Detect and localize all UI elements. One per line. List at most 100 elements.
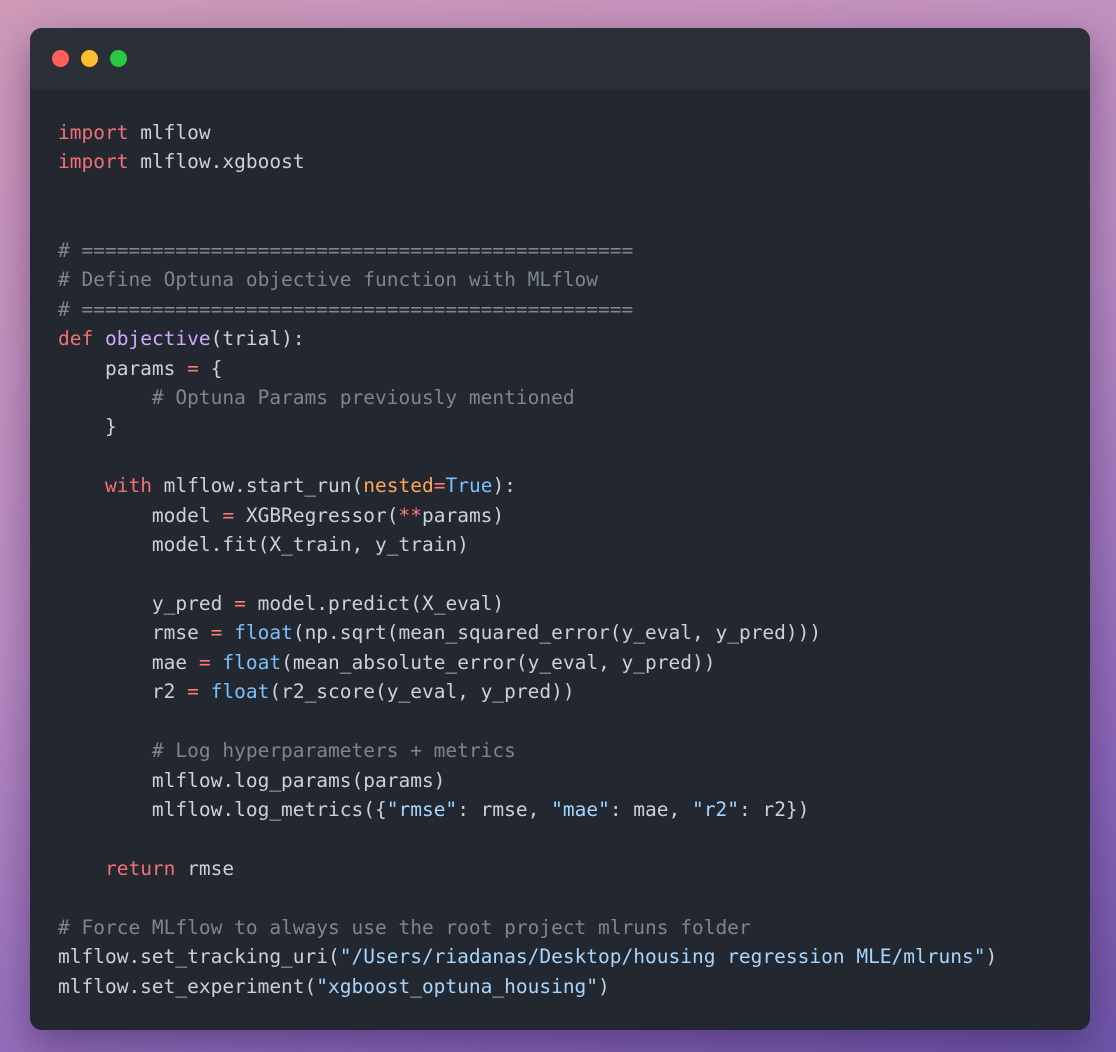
code-token: True bbox=[445, 474, 493, 498]
code-line: def objective(trial): bbox=[58, 324, 997, 353]
code-token: model.fit(X_train, y_train) bbox=[58, 533, 469, 557]
code-token: mlflow bbox=[128, 121, 211, 144]
code-token: import bbox=[58, 121, 129, 144]
code-token: ) bbox=[985, 945, 998, 969]
code-token: rmse bbox=[58, 621, 211, 645]
code-line: with mlflow.start_run(nested=True): bbox=[58, 471, 997, 500]
code-block: import mlflow import mlflow.xgboost # ====… bbox=[58, 118, 997, 1001]
minimize-window-button[interactable] bbox=[81, 50, 98, 67]
code-token: import bbox=[58, 150, 129, 174]
code-line: # Log hyperparameters + metrics bbox=[58, 736, 997, 765]
code-token: "r2" bbox=[692, 798, 739, 822]
code-token: } bbox=[58, 415, 117, 439]
code-token: objective bbox=[104, 327, 211, 351]
code-token: = bbox=[210, 621, 223, 645]
code-token: model bbox=[58, 503, 223, 527]
code-token: = bbox=[433, 474, 446, 498]
maximize-window-button[interactable] bbox=[110, 50, 127, 67]
code-token: : r2}) bbox=[738, 798, 810, 822]
code-token: : mae, bbox=[609, 798, 692, 822]
code-token: mae bbox=[58, 650, 199, 674]
code-line: params = { bbox=[58, 354, 997, 383]
code-line: mlflow.set_tracking_uri("/Users/riadanas… bbox=[58, 942, 997, 971]
close-window-button[interactable] bbox=[52, 50, 69, 67]
code-token: def bbox=[58, 327, 94, 351]
code-token: # ======================================… bbox=[58, 297, 634, 321]
code-window: import mlflow import mlflow.xgboost # ====… bbox=[30, 28, 1090, 1030]
code-line: rmse = float(np.sqrt(mean_squared_error(… bbox=[58, 618, 997, 647]
code-token: # Optuna Params previously mentioned bbox=[151, 385, 575, 409]
code-line: # ======================================… bbox=[58, 295, 997, 324]
code-line: mae = float(mean_absolute_error(y_eval, … bbox=[58, 648, 997, 677]
code-token: ): bbox=[492, 474, 516, 498]
code-token: params bbox=[58, 356, 188, 380]
code-token: "/Users/riadanas/Desktop/housing regress… bbox=[339, 945, 986, 969]
code-line: model.fit(X_train, y_train) bbox=[58, 530, 997, 559]
code-token: "rmse" bbox=[386, 798, 458, 822]
code-token: # Force MLflow to always use the root pr… bbox=[58, 915, 751, 939]
code-line: model = XGBRegressor(**params) bbox=[58, 501, 997, 530]
code-token: nested bbox=[363, 474, 434, 498]
code-token: float bbox=[222, 650, 282, 674]
code-token: with bbox=[104, 474, 152, 498]
code-line: import mlflow.xgboost bbox=[58, 147, 997, 176]
code-token: params) bbox=[421, 503, 505, 527]
code-token: mlflow.start_run( bbox=[151, 474, 364, 498]
code-line: mlflow.set_experiment("xgboost_optuna_ho… bbox=[58, 972, 997, 1001]
code-line: import mlflow bbox=[58, 118, 997, 147]
code-token: mlflow.xgboost bbox=[128, 150, 305, 174]
code-token: = bbox=[222, 503, 235, 527]
code-token: ** bbox=[398, 503, 422, 527]
code-token: rmse bbox=[175, 856, 235, 880]
code-line: return rmse bbox=[58, 854, 997, 883]
code-token: mlflow.set_experiment( bbox=[58, 974, 317, 998]
code-token: # ======================================… bbox=[58, 238, 634, 262]
code-token: mlflow.set_tracking_uri( bbox=[58, 945, 340, 969]
code-line: mlflow.log_metrics({"rmse": rmse, "mae":… bbox=[58, 795, 997, 824]
code-token: { bbox=[198, 356, 223, 380]
code-token: = bbox=[187, 680, 199, 704]
code-token: (mean_absolute_error(y_eval, y_pred)) bbox=[281, 650, 716, 674]
code-token: # Log hyperparameters + metrics bbox=[151, 739, 516, 763]
code-token: model.predict(X_eval) bbox=[245, 592, 505, 615]
code-token: # Define Optuna objective function with … bbox=[58, 268, 599, 292]
code-token: : rmse, bbox=[457, 798, 552, 822]
code-line: mlflow.log_params(params) bbox=[58, 766, 997, 795]
code-token: y_pred bbox=[58, 592, 235, 615]
code-line: } bbox=[58, 412, 997, 441]
code-token: float bbox=[234, 621, 293, 645]
code-line: # Optuna Params previously mentioned bbox=[58, 383, 997, 412]
code-token: = bbox=[234, 592, 246, 615]
code-token: return bbox=[104, 856, 176, 880]
code-token: "xgboost_optuna_housing" bbox=[316, 974, 599, 998]
code-line: # Force MLflow to always use the root pr… bbox=[58, 913, 997, 942]
code-token: r2 bbox=[58, 680, 188, 704]
code-token: = bbox=[198, 650, 211, 674]
code-token: (np.sqrt(mean_squared_error(y_eval, y_pr… bbox=[292, 621, 822, 645]
code-line: # Define Optuna objective function with … bbox=[58, 265, 997, 294]
code-token: XGBRegressor( bbox=[234, 503, 399, 527]
code-token: mlflow.log_metrics({ bbox=[58, 798, 387, 822]
code-token: float bbox=[210, 680, 270, 704]
code-line: # ======================================… bbox=[58, 236, 997, 265]
code-token: = bbox=[187, 356, 199, 380]
window-titlebar bbox=[30, 28, 1090, 90]
code-line: y_pred = model.predict(X_eval) bbox=[58, 589, 997, 618]
code-token: (trial): bbox=[210, 327, 305, 351]
code-line: r2 = float(r2_score(y_eval, y_pred)) bbox=[58, 677, 997, 706]
